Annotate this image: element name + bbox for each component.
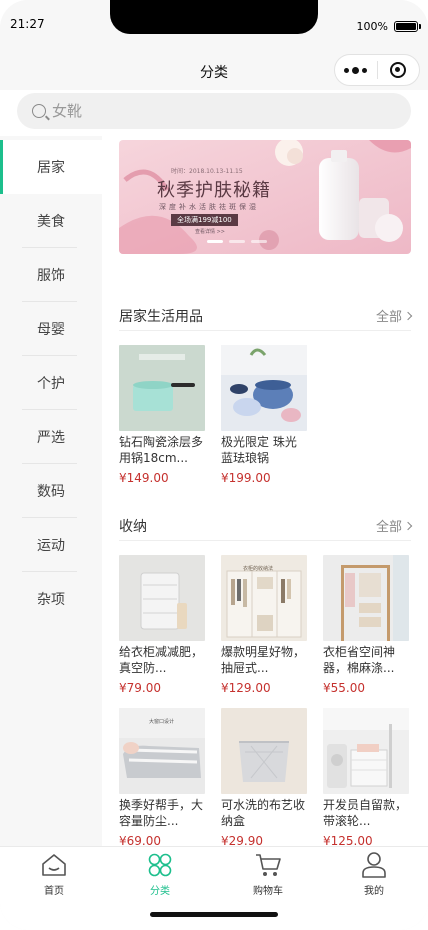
miniprogram-capsule [334, 54, 420, 86]
close-miniprogram-icon[interactable] [377, 55, 419, 85]
sidebar-item-personal-care[interactable]: 个护 [0, 356, 102, 410]
tab-label: 首页 [44, 886, 64, 897]
fabric-box-photo [221, 708, 307, 794]
product-name: 极光限定 珠光蓝珐琅锅 [221, 435, 297, 465]
promo-banner[interactable]: 时间：2018.10.13-11.15 秋季护肤秘籍 深度补水活肤祛斑保湿 全场… [119, 140, 411, 254]
profile-icon [362, 852, 386, 878]
sidebar-item-baby[interactable]: 母婴 [0, 302, 102, 356]
sidebar-item-selected[interactable]: 严选 [0, 410, 102, 464]
tab-label: 购物车 [253, 886, 283, 897]
tab-profile[interactable]: 我的 [344, 851, 404, 899]
product-name: 给衣柜减减肥，真空防... [119, 645, 204, 675]
view-all-label: 全部 [375, 520, 402, 535]
category-sidebar: 居家 美食 服饰 母婴 个护 严选 数码 运动 杂项 [0, 140, 102, 846]
wardrobe-photo: 衣柜的收纳法 [221, 555, 307, 641]
product-name: 换季好帮手，大容量防尘... [119, 798, 204, 828]
product-price: ¥79.00 [119, 681, 161, 695]
tab-cart[interactable]: 购物车 [238, 851, 298, 899]
product-price: ¥149.00 [119, 471, 169, 485]
home-indicator [150, 912, 278, 917]
product-price: ¥199.00 [221, 471, 271, 485]
section-title: 居家生活用品 [119, 308, 203, 325]
sidebar-item-apparel[interactable]: 服饰 [0, 248, 102, 302]
sidebar-item-digital[interactable]: 数码 [0, 464, 102, 518]
cookware-photo [221, 345, 307, 431]
product-name: 爆款明星好物，抽屉式... [221, 645, 306, 675]
pot-photo [119, 345, 205, 431]
view-all-link[interactable]: 全部 [375, 516, 413, 535]
sidebar-item-sports[interactable]: 运动 [0, 518, 102, 572]
section-header-home-living: 居家生活用品 全部 [119, 301, 413, 331]
product-card[interactable]: 大窗口设计 换季好帮手，大容量防尘... ¥69.00 [119, 708, 205, 846]
product-name: 可水洗的布艺收纳盒 [221, 798, 306, 828]
view-all-link[interactable]: 全部 [375, 306, 413, 325]
sidebar-item-misc[interactable]: 杂项 [0, 572, 102, 626]
device-notch [110, 0, 318, 34]
sidebar-item-food[interactable]: 美食 [0, 194, 102, 248]
view-all-label: 全部 [375, 310, 402, 325]
banner-headline: 秋季护肤秘籍 [157, 180, 271, 201]
product-price: ¥129.00 [221, 681, 271, 695]
chevron-right-icon [403, 311, 413, 320]
product-card[interactable]: 极光限定 珠光蓝珐琅锅 ¥199.00 [221, 345, 307, 485]
tab-label: 分类 [150, 886, 170, 897]
sidebar-item-home[interactable]: 居家 [0, 140, 102, 194]
battery-percent: 100% [356, 20, 388, 33]
product-price: ¥29.90 [221, 834, 263, 846]
app-screen: 21:27 100% 分类 居家 美食 服饰 母婴 个护 严选 数码 运动 杂项 [0, 0, 428, 930]
search-bar [0, 90, 428, 136]
banner-link: 查看详情 >> [195, 229, 225, 235]
product-name: 开发员自留款，带滚轮... [323, 798, 408, 828]
status-bar: 21:27 100% [0, 0, 428, 50]
search-input[interactable] [52, 102, 352, 120]
nav-bar: 分类 [0, 50, 428, 90]
product-photo-caption: 大窗口设计 [149, 719, 175, 725]
product-card[interactable]: 衣柜省空间神器，棉麻涤... ¥55.00 [323, 555, 409, 695]
banner-date: 时间：2018.10.13-11.15 [171, 168, 243, 175]
tab-category[interactable]: 分类 [130, 851, 190, 899]
chevron-right-icon [403, 521, 413, 530]
product-card[interactable]: 衣柜的收纳法 爆款明星好物，抽屉式... ¥129.00 [221, 555, 307, 695]
tab-label: 我的 [364, 886, 384, 897]
section-header-storage: 收纳 全部 [119, 511, 413, 541]
bottom-tab-bar: 首页 分类 购物车 我的 [0, 846, 428, 930]
search-box[interactable] [17, 93, 411, 129]
product-name: 衣柜省空间神器，棉麻涤... [323, 645, 396, 675]
laundry-basket-photo [323, 708, 409, 794]
category-content: 时间：2018.10.13-11.15 秋季护肤秘籍 深度补水活肤祛斑保湿 全场… [102, 136, 428, 846]
banner-promo: 全场满199减100 [171, 214, 238, 226]
battery-icon [394, 21, 421, 32]
product-card[interactable]: 给衣柜减减肥，真空防... ¥79.00 [119, 555, 205, 695]
storage-bag-photo: 大窗口设计 [119, 708, 205, 794]
category-icon [148, 853, 172, 877]
cart-icon [256, 854, 281, 876]
section-title: 收纳 [119, 518, 147, 535]
shelf-photo [323, 555, 409, 641]
product-card[interactable]: 开发员自留款，带滚轮... ¥125.00 [323, 708, 409, 846]
more-menu-icon[interactable] [335, 55, 377, 85]
product-photo-caption: 衣柜的收纳法 [243, 566, 274, 572]
product-card[interactable]: 可水洗的布艺收纳盒 ¥29.90 [221, 708, 307, 846]
status-time: 21:27 [10, 17, 45, 31]
product-price: ¥125.00 [323, 834, 373, 846]
search-icon [32, 104, 46, 118]
product-price: ¥55.00 [323, 681, 365, 695]
product-price: ¥69.00 [119, 834, 161, 846]
product-card[interactable]: 钻石陶瓷涂层多用锅18cm... ¥149.00 [119, 345, 205, 485]
banner-subline: 深度补水活肤祛斑保湿 [159, 203, 259, 211]
product-name: 钻石陶瓷涂层多用锅18cm... [119, 435, 204, 465]
vacuum-bag-photo [119, 555, 205, 641]
tab-home[interactable]: 首页 [24, 851, 84, 899]
home-icon [42, 854, 66, 876]
